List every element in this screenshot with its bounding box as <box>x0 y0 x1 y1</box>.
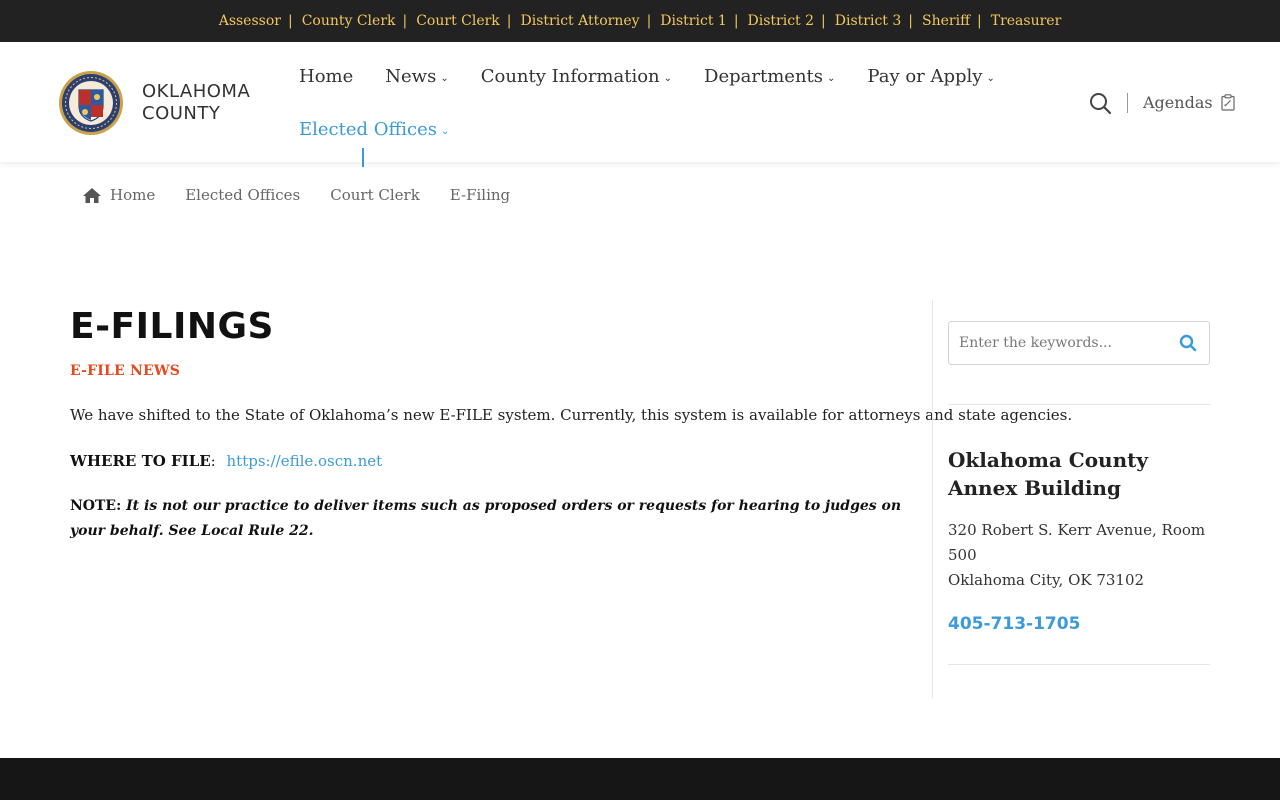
search-icon[interactable] <box>1179 334 1197 352</box>
nav-home-label: Home <box>299 65 354 87</box>
column-divider <box>932 300 933 698</box>
top-link-assessor[interactable]: Assessor <box>219 13 281 29</box>
nav-home[interactable]: Home <box>299 66 353 87</box>
nav-news-label: News <box>385 65 437 87</box>
nav-row: Home News ⌄ County Information ⌄ Departmen… <box>299 62 999 90</box>
separator: | <box>506 13 512 29</box>
note-text: It is not our practice to deliver items … <box>70 498 902 539</box>
nav-row: Elected Offices ⌄ <box>299 115 999 143</box>
address-line-1: 320 Robert S. Kerr Avenue, Room 500 <box>948 521 1206 564</box>
nav-elected-offices-label: Elected Offices <box>299 118 438 140</box>
efile-news-heading: E-FILE NEWS <box>70 363 181 379</box>
nav-elected-offices[interactable]: Elected Offices ⌄ <box>299 119 449 140</box>
logo-text: OKLAHOMA COUNTY <box>142 81 250 125</box>
top-link-district-attorney[interactable]: District Attorney <box>521 13 640 29</box>
building-title: Oklahoma County Annex Building <box>948 448 1148 500</box>
search-icon[interactable] <box>1088 91 1112 115</box>
agendas-label: Agendas <box>1143 93 1213 112</box>
nav-departments[interactable]: Departments ⌄ <box>704 66 835 87</box>
sidebar-divider <box>948 404 1210 405</box>
note-paragraph: NOTE: It is not our practice to deliver … <box>70 494 920 544</box>
breadcrumb-home-label: Home <box>110 186 156 204</box>
phone-number[interactable]: 405-713-1705 <box>948 614 1210 634</box>
note-label: NOTE: <box>70 498 122 514</box>
active-nav-indicator <box>362 148 364 167</box>
separator: | <box>402 13 408 29</box>
separator: | <box>908 13 913 29</box>
breadcrumb-home[interactable]: Home <box>82 186 155 204</box>
breadcrumb-elected-offices[interactable]: Elected Offices <box>185 186 300 204</box>
chevron-down-icon: ⌄ <box>986 72 995 84</box>
nav-county-information[interactable]: County Information ⌄ <box>481 66 672 87</box>
breadcrumb: Home Elected Offices Court Clerk E-Filin… <box>82 186 540 204</box>
efile-link[interactable]: https://efile.oscn.net <box>227 452 383 470</box>
chevron-down-icon: ⌄ <box>827 72 836 84</box>
county-seal-icon <box>59 71 123 135</box>
chevron-down-icon: ⌄ <box>441 125 450 137</box>
site-header: OKLAHOMA COUNTY Home News ⌄ County Inform… <box>0 42 1280 167</box>
sidebar: Oklahoma County Annex Building 320 Rober… <box>948 321 1210 665</box>
agendas-link[interactable]: Agendas <box>1143 93 1235 112</box>
efile-intro-paragraph: We have shifted to the State of Oklahoma… <box>70 406 1073 424</box>
top-link-district-3[interactable]: District 3 <box>835 13 902 29</box>
breadcrumb-current: E-Filing <box>449 186 511 204</box>
clipboard-icon <box>1220 94 1235 111</box>
logo-line-1: OKLAHOMA <box>142 81 251 102</box>
separator: | <box>287 13 293 29</box>
site-logo[interactable]: OKLAHOMA COUNTY <box>58 70 250 136</box>
chevron-down-icon: ⌄ <box>440 72 449 84</box>
top-link-court-clerk[interactable]: Court Clerk <box>416 13 500 29</box>
page-title: E-FILINGS <box>70 306 274 347</box>
chevron-down-icon: ⌄ <box>663 72 673 84</box>
main-nav: Home News ⌄ County Information ⌄ Departmen… <box>299 62 999 143</box>
header-divider <box>1127 93 1128 113</box>
where-to-file-colon: : <box>210 452 216 470</box>
separator: | <box>733 13 739 29</box>
top-links: Assessor | County Clerk | Court Clerk | Dis… <box>219 13 1062 29</box>
nav-news[interactable]: News ⌄ <box>385 66 448 87</box>
building-address: 320 Robert S. Kerr Avenue, Room 500 Okla… <box>948 518 1210 593</box>
top-utility-bar: Assessor | County Clerk | Court Clerk | Dis… <box>0 0 1280 42</box>
where-to-file-label: WHERE TO FILE <box>70 452 211 470</box>
home-icon <box>83 187 101 203</box>
sidebar-search <box>948 321 1210 365</box>
nav-pay-or-apply-label: Pay or Apply <box>867 65 983 87</box>
sidebar-divider <box>948 664 1210 665</box>
nav-departments-label: Departments <box>704 65 824 87</box>
main-content: E-FILINGS E-FILE NEWS We have shifted to… <box>70 305 1073 544</box>
logo-line-2: COUNTY <box>142 103 221 124</box>
top-link-county-clerk[interactable]: County Clerk <box>302 13 396 29</box>
address-line-2: Oklahoma City, OK 73102 <box>948 571 1145 589</box>
separator: | <box>646 13 652 29</box>
top-link-district-1[interactable]: District 1 <box>660 13 727 29</box>
separator: | <box>821 13 826 29</box>
site-footer <box>0 758 1280 800</box>
breadcrumb-court-clerk[interactable]: Court Clerk <box>330 186 420 204</box>
nav-pay-or-apply[interactable]: Pay or Apply ⌄ <box>867 66 994 87</box>
keyword-search-input[interactable] <box>949 323 1169 363</box>
separator: | <box>977 13 982 29</box>
top-link-district-2[interactable]: District 2 <box>748 13 815 29</box>
where-to-file: WHERE TO FILE: https://efile.oscn.net <box>70 451 920 471</box>
top-link-treasurer[interactable]: Treasurer <box>991 13 1062 29</box>
top-link-sheriff[interactable]: Sheriff <box>922 13 970 29</box>
nav-county-information-label: County Information <box>480 65 660 87</box>
